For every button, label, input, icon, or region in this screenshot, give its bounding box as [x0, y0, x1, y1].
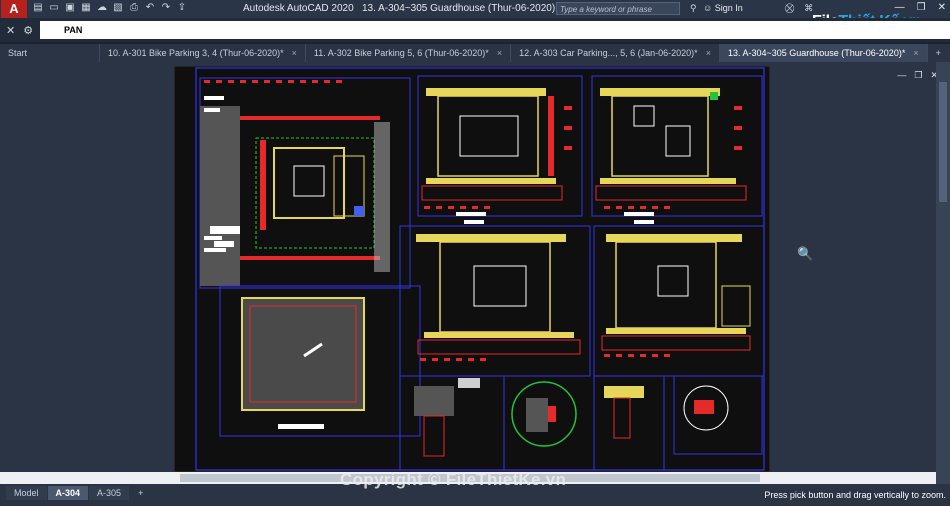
print-icon[interactable]: ⎙ [128, 2, 140, 14]
open-icon[interactable]: ▤ [32, 2, 44, 14]
close-icon[interactable]: × [913, 48, 918, 58]
restore-icon[interactable]: ❐ [914, 70, 922, 81]
scrollbar-thumb[interactable] [939, 82, 947, 202]
restore-icon[interactable]: ❐ [917, 2, 926, 13]
redo-icon[interactable]: ↷ [160, 2, 172, 14]
sign-in-button[interactable]: ☺ Sign In [703, 3, 743, 13]
zoom-cursor-icon: 🔍 [797, 246, 814, 261]
vertical-scrollbar[interactable] [936, 62, 950, 484]
command-bar: ✕ ⚙ PAN [0, 18, 950, 42]
cart-icon[interactable]: ⛒ [785, 3, 794, 14]
viewport-controls: — ❐ ✕ [897, 70, 938, 81]
tab-label: 12. A-303 Car Parking..., 5, 6 (Jan-06-2… [519, 48, 698, 58]
minimize-icon[interactable]: — [897, 70, 906, 81]
sign-in-label: Sign In [714, 3, 743, 13]
tab-label: 13. A-304~305 Guardhouse (Thur-06-2020)* [727, 48, 906, 58]
layout-tab-model[interactable]: Model [6, 486, 47, 500]
layout-tab-a304[interactable]: A-304 [47, 486, 89, 500]
cloud-icon[interactable]: ☁ [96, 2, 108, 14]
save-to-web-icon[interactable]: ▧ [112, 2, 124, 14]
document-title: 13. A-304~305 Guardhouse (Thur-06-2020).… [361, 3, 577, 14]
add-layout-button[interactable]: + [130, 486, 151, 500]
tab-start[interactable]: Start [0, 44, 100, 62]
search-input[interactable]: Type a keyword or phrase [556, 2, 680, 15]
layout-tab-a305[interactable]: A-305 [89, 486, 130, 500]
search-icon[interactable]: ⚲ [690, 3, 697, 14]
close-icon[interactable]: × [706, 48, 711, 58]
title-bar: A ▤ ▭ ▣ ▦ ☁ ▧ ⎙ ↶ ↷ ⇪ Autodesk AutoCAD 2… [0, 0, 950, 30]
window-title: Autodesk AutoCAD 2020 13. A-304~305 Guar… [243, 3, 576, 14]
file-tab-bar: Start 10. A-301 Bike Parking 3, 4 (Thur-… [0, 44, 950, 62]
close-icon[interactable]: × [292, 48, 297, 58]
tab-a302[interactable]: 11. A-302 Bike Parking 5, 6 (Thur-06-202… [306, 44, 512, 62]
cad-drawing [174, 66, 770, 472]
window-controls: — ❐ ✕ [895, 2, 946, 13]
paper-sheet [174, 66, 770, 472]
folder-icon[interactable]: ▭ [48, 2, 60, 14]
layout-tabs: Model A-304 A-305 + [6, 486, 151, 500]
drawing-viewport[interactable]: — ❐ ✕ [0, 62, 950, 484]
user-icon: ☺ [703, 3, 713, 13]
save-as-icon[interactable]: ▦ [80, 2, 92, 14]
watermark: Copyright © FileThietKe.vn [340, 470, 567, 489]
command-bar-icons: ✕ ⚙ [6, 24, 33, 37]
tab-label: 10. A-301 Bike Parking 3, 4 (Thur-06-202… [108, 48, 284, 58]
minimize-icon[interactable]: — [895, 2, 905, 13]
titlebar-tools: ⛒ ⌘ [785, 3, 813, 14]
save-icon[interactable]: ▣ [64, 2, 76, 14]
status-message: Press pick button and drag vertically to… [764, 490, 946, 500]
command-line-input[interactable]: PAN [40, 21, 950, 39]
undo-icon[interactable]: ↶ [144, 2, 156, 14]
tab-a304[interactable]: 13. A-304~305 Guardhouse (Thur-06-2020)*… [719, 44, 928, 62]
autocad-logo-button[interactable]: A [1, 0, 27, 18]
close-icon[interactable]: ✕ [938, 2, 946, 13]
tab-a303[interactable]: 12. A-303 Car Parking..., 5, 6 (Jan-06-2… [511, 44, 720, 62]
new-tab-button[interactable]: + [928, 44, 949, 62]
customize-icon[interactable]: ⚙ [23, 24, 33, 37]
app-name: Autodesk AutoCAD 2020 [243, 3, 354, 14]
quick-access-toolbar: ▤ ▭ ▣ ▦ ☁ ▧ ⎙ ↶ ↷ ⇪ [32, 2, 188, 14]
tab-label: Start [8, 48, 28, 58]
share-icon[interactable]: ⇪ [176, 2, 188, 14]
close-icon[interactable]: × [497, 48, 502, 58]
tab-label: 11. A-302 Bike Parking 5, 6 (Thur-06-202… [313, 48, 489, 58]
close-command-icon[interactable]: ✕ [6, 24, 15, 37]
tab-a301[interactable]: 10. A-301 Bike Parking 3, 4 (Thur-06-202… [100, 44, 306, 62]
